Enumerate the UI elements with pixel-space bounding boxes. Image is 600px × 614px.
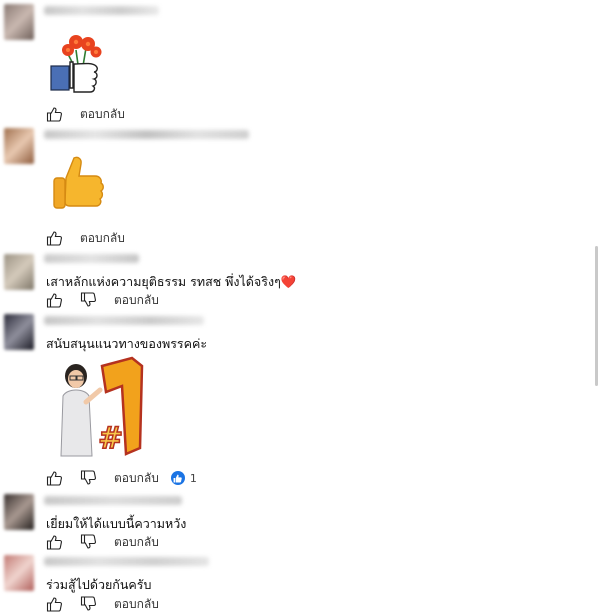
comment-item: เยี่ยมให้ได้แบบนี้ความหวัง ตอบกลับ <box>0 492 590 552</box>
reply-button[interactable]: ตอบกลับ <box>114 469 159 488</box>
comment-actions: ตอบกลับ <box>46 292 159 308</box>
comment-actions: ตอบกลับ <box>46 106 125 122</box>
comment-item: เสาหลักแห่งความยุติธรรม รทสช พึ่งได้จริง… <box>0 250 590 312</box>
avatar[interactable] <box>4 314 34 350</box>
reply-button[interactable]: ตอบกลับ <box>114 595 159 614</box>
thumb-down-outline-icon[interactable] <box>80 534 96 550</box>
thumb-up-outline-icon[interactable] <box>46 230 62 246</box>
comment-item: ตอบกลับ <box>0 2 590 127</box>
thumb-down-outline-icon[interactable] <box>80 292 96 308</box>
thumb-up-outline-icon[interactable] <box>46 470 62 486</box>
commenter-name[interactable] <box>44 496 182 505</box>
thumb-up-outline-icon[interactable] <box>46 106 62 122</box>
comment-text: สนับสนุนแนวทางของพรรคค่ะ <box>46 336 208 351</box>
comment-actions: ตอบกลับ <box>46 596 159 612</box>
avatar[interactable] <box>4 254 34 290</box>
flower-thumbs-up-sticker <box>46 28 108 94</box>
thumb-up-outline-icon[interactable] <box>46 596 62 612</box>
comment-item: ตอบกลับ <box>0 126 590 248</box>
comment-item: ร่วมสู้ไปด้วยกันครับ ตอบกลับ <box>0 553 590 614</box>
commenter-name[interactable] <box>44 254 139 263</box>
comment-text: เสาหลักแห่งความยุติธรรม รทสช พึ่งได้จริง… <box>46 274 297 289</box>
reply-button[interactable]: ตอบกลับ <box>80 229 125 248</box>
avatar[interactable] <box>4 4 34 40</box>
comment-actions: ตอบกลับ <box>46 534 159 550</box>
thumb-up-outline-icon[interactable] <box>46 534 62 550</box>
number-one-sticker: # <box>52 356 150 460</box>
thumb-down-outline-icon[interactable] <box>80 596 96 612</box>
like-reaction-icon <box>170 471 185 485</box>
reaction-count-value: 1 <box>189 471 197 485</box>
avatar[interactable] <box>4 128 34 164</box>
reply-button[interactable]: ตอบกลับ <box>114 533 159 552</box>
commenter-name[interactable] <box>44 130 249 139</box>
scrollbar[interactable] <box>595 246 598 386</box>
comment-text: เยี่ยมให้ได้แบบนี้ความหวัง <box>46 516 187 531</box>
comment-actions: ตอบกลับ 1 <box>46 470 197 486</box>
commenter-name[interactable] <box>44 557 209 566</box>
reply-button[interactable]: ตอบกลับ <box>80 105 125 124</box>
thumb-down-outline-icon[interactable] <box>80 470 96 486</box>
commenter-name[interactable] <box>44 6 159 15</box>
avatar[interactable] <box>4 494 34 530</box>
comment-text: ร่วมสู้ไปด้วยกันครับ <box>46 577 152 592</box>
thumb-up-outline-icon[interactable] <box>46 292 62 308</box>
reply-button[interactable]: ตอบกลับ <box>114 291 159 310</box>
svg-text:#: # <box>98 421 123 456</box>
comment-actions: ตอบกลับ <box>46 230 125 246</box>
thumbs-up-emoji-sticker <box>50 154 106 216</box>
comment-item: สนับสนุนแนวทางของพรรคค่ะ # ตอบกลับ 1 <box>0 312 590 490</box>
commenter-name[interactable] <box>44 316 204 325</box>
reaction-count[interactable]: 1 <box>170 471 197 485</box>
avatar[interactable] <box>4 555 34 591</box>
